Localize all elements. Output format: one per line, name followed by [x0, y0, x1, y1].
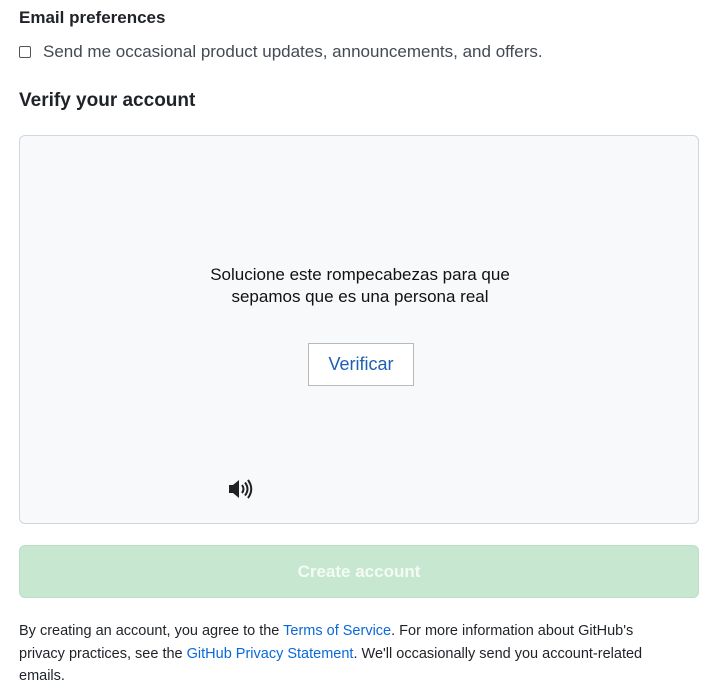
speaker-icon[interactable] — [228, 478, 254, 500]
verify-account-heading: Verify your account — [19, 90, 196, 111]
email-optin-row[interactable]: Send me occasional product updates, anno… — [19, 40, 543, 64]
email-preferences-heading: Email preferences — [19, 8, 166, 27]
create-account-button[interactable]: Create account — [19, 545, 699, 598]
captcha-instructions: Solucione este rompecabezas para que sep… — [20, 264, 700, 308]
captcha-panel: Solucione este rompecabezas para que sep… — [19, 135, 699, 524]
email-optin-checkbox[interactable] — [19, 46, 31, 58]
captcha-verify-button[interactable]: Verificar — [308, 343, 414, 386]
captcha-instruction-line-1: Solucione este rompecabezas para que — [210, 265, 510, 284]
email-optin-label[interactable]: Send me occasional product updates, anno… — [43, 40, 543, 64]
privacy-statement-link[interactable]: GitHub Privacy Statement — [187, 646, 354, 662]
terms-of-service-link[interactable]: Terms of Service — [283, 623, 391, 639]
captcha-instruction-line-2: sepamos que es una persona real — [231, 287, 489, 306]
legal-text-1: By creating an account, you agree to the — [19, 623, 284, 639]
legal-notice: By creating an account, you agree to the… — [19, 620, 669, 688]
